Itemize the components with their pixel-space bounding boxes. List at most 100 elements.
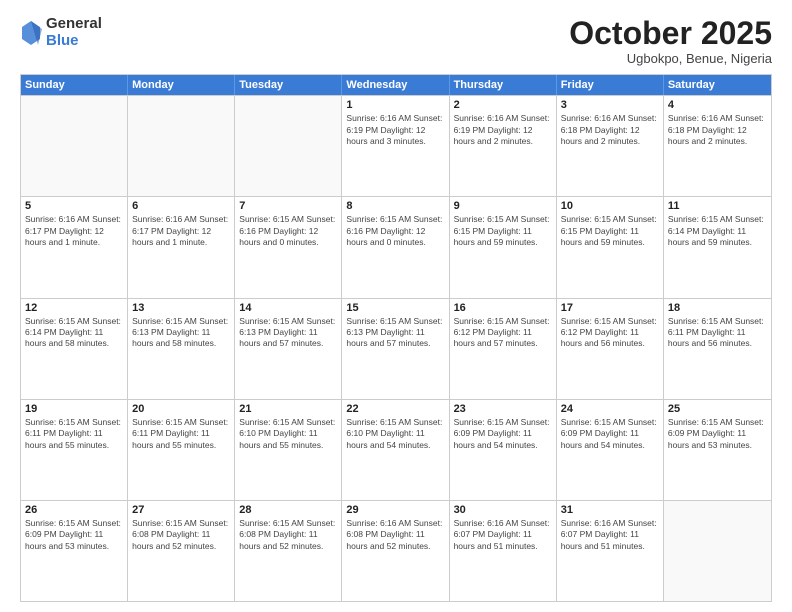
cal-cell-empty-0-0 [21, 96, 128, 196]
calendar-header-row: SundayMondayTuesdayWednesdayThursdayFrid… [21, 75, 771, 95]
day-info: Sunrise: 6:15 AM Sunset: 6:10 PM Dayligh… [346, 417, 444, 451]
day-number: 12 [25, 302, 123, 314]
cal-cell-empty-0-2 [235, 96, 342, 196]
cal-week-1: 1 Sunrise: 6:16 AM Sunset: 6:19 PM Daylig… [21, 95, 771, 196]
day-info: Sunrise: 6:15 AM Sunset: 6:13 PM Dayligh… [132, 316, 230, 350]
day-info: Sunrise: 6:16 AM Sunset: 6:18 PM Dayligh… [561, 113, 659, 147]
cal-header-saturday: Saturday [664, 75, 771, 95]
day-info: Sunrise: 6:15 AM Sunset: 6:15 PM Dayligh… [454, 214, 552, 248]
day-info: Sunrise: 6:15 AM Sunset: 6:10 PM Dayligh… [239, 417, 337, 451]
day-number: 11 [668, 200, 767, 212]
day-number: 3 [561, 99, 659, 111]
day-info: Sunrise: 6:16 AM Sunset: 6:07 PM Dayligh… [561, 518, 659, 552]
day-number: 19 [25, 403, 123, 415]
day-info: Sunrise: 6:16 AM Sunset: 6:19 PM Dayligh… [346, 113, 444, 147]
cal-cell-15: 15Sunrise: 6:15 AM Sunset: 6:13 PM Dayli… [342, 299, 449, 399]
cal-cell-18: 18 Sunrise: 6:15 AM Sunset: 6:11 PM Dayli… [664, 299, 771, 399]
day-number: 25 [668, 403, 767, 415]
cal-cell-17: 17 Sunrise: 6:15 AM Sunset: 6:12 PM Dayli… [557, 299, 664, 399]
cal-cell-26: 26 Sunrise: 6:15 AM Sunset: 6:09 PM Dayli… [21, 501, 128, 601]
location: Ugbokpo, Benue, Nigeria [569, 51, 772, 66]
cal-cell-27: 27 Sunrise: 6:15 AM Sunset: 6:08 PM Dayli… [128, 501, 235, 601]
day-info: Sunrise: 6:15 AM Sunset: 6:11 PM Dayligh… [132, 417, 230, 451]
day-info: Sunrise: 6:16 AM Sunset: 6:18 PM Dayligh… [668, 113, 767, 147]
day-number: 15 [346, 302, 444, 314]
cal-week-4: 19 Sunrise: 6:15 AM Sunset: 6:11 PM Dayli… [21, 399, 771, 500]
cal-cell-19: 19 Sunrise: 6:15 AM Sunset: 6:11 PM Dayli… [21, 400, 128, 500]
day-info: Sunrise: 6:15 AM Sunset: 6:14 PM Dayligh… [25, 316, 123, 350]
cal-week-2: 5 Sunrise: 6:16 AM Sunset: 6:17 PM Daylig… [21, 196, 771, 297]
day-number: 27 [132, 504, 230, 516]
day-number: 6 [132, 200, 230, 212]
logo-blue-text: Blue [46, 33, 102, 50]
day-info: Sunrise: 6:16 AM Sunset: 6:17 PM Dayligh… [25, 214, 123, 248]
day-info: Sunrise: 6:15 AM Sunset: 6:09 PM Dayligh… [561, 417, 659, 451]
day-info: Sunrise: 6:15 AM Sunset: 6:12 PM Dayligh… [561, 316, 659, 350]
day-number: 29 [346, 504, 444, 516]
cal-cell-16: 16 Sunrise: 6:15 AM Sunset: 6:12 PM Dayli… [450, 299, 557, 399]
day-number: 18 [668, 302, 767, 314]
day-number: 5 [25, 200, 123, 212]
cal-cell-23: 23Sunrise: 6:15 AM Sunset: 6:09 PM Dayli… [450, 400, 557, 500]
day-number: 26 [25, 504, 123, 516]
day-info: Sunrise: 6:15 AM Sunset: 6:16 PM Dayligh… [346, 214, 444, 248]
day-info: Sunrise: 6:15 AM Sunset: 6:15 PM Dayligh… [561, 214, 659, 248]
day-info: Sunrise: 6:16 AM Sunset: 6:08 PM Dayligh… [346, 518, 444, 552]
logo-text: General Blue [46, 16, 102, 49]
day-info: Sunrise: 6:15 AM Sunset: 6:08 PM Dayligh… [239, 518, 337, 552]
cal-cell-12: 12 Sunrise: 6:15 AM Sunset: 6:14 PM Dayli… [21, 299, 128, 399]
cal-header-monday: Monday [128, 75, 235, 95]
cal-week-3: 12 Sunrise: 6:15 AM Sunset: 6:14 PM Dayli… [21, 298, 771, 399]
cal-header-sunday: Sunday [21, 75, 128, 95]
cal-cell-14: 14 Sunrise: 6:15 AM Sunset: 6:13 PM Dayli… [235, 299, 342, 399]
day-number: 24 [561, 403, 659, 415]
cal-cell-28: 28Sunrise: 6:15 AM Sunset: 6:08 PM Dayli… [235, 501, 342, 601]
day-number: 9 [454, 200, 552, 212]
cal-cell-24: 24 Sunrise: 6:15 AM Sunset: 6:09 PM Dayli… [557, 400, 664, 500]
logo-area: General Blue [20, 16, 102, 49]
calendar-body: 1 Sunrise: 6:16 AM Sunset: 6:19 PM Daylig… [21, 95, 771, 601]
day-number: 8 [346, 200, 444, 212]
day-number: 2 [454, 99, 552, 111]
cal-header-thursday: Thursday [450, 75, 557, 95]
day-info: Sunrise: 6:15 AM Sunset: 6:12 PM Dayligh… [454, 316, 552, 350]
logo-general-text: General [46, 16, 102, 33]
day-info: Sunrise: 6:15 AM Sunset: 6:11 PM Dayligh… [25, 417, 123, 451]
day-info: Sunrise: 6:16 AM Sunset: 6:19 PM Dayligh… [454, 113, 552, 147]
cal-week-5: 26 Sunrise: 6:15 AM Sunset: 6:09 PM Dayli… [21, 500, 771, 601]
day-number: 16 [454, 302, 552, 314]
day-info: Sunrise: 6:16 AM Sunset: 6:17 PM Dayligh… [132, 214, 230, 248]
day-number: 10 [561, 200, 659, 212]
day-number: 1 [346, 99, 444, 111]
day-number: 17 [561, 302, 659, 314]
day-number: 7 [239, 200, 337, 212]
cal-cell-20: 20 Sunrise: 6:15 AM Sunset: 6:11 PM Dayli… [128, 400, 235, 500]
day-info: Sunrise: 6:15 AM Sunset: 6:08 PM Dayligh… [132, 518, 230, 552]
cal-header-friday: Friday [557, 75, 664, 95]
day-number: 20 [132, 403, 230, 415]
day-number: 4 [668, 99, 767, 111]
cal-cell-22: 22Sunrise: 6:15 AM Sunset: 6:10 PM Dayli… [342, 400, 449, 500]
day-info: Sunrise: 6:15 AM Sunset: 6:11 PM Dayligh… [668, 316, 767, 350]
day-number: 13 [132, 302, 230, 314]
day-number: 31 [561, 504, 659, 516]
day-number: 14 [239, 302, 337, 314]
cal-header-wednesday: Wednesday [342, 75, 449, 95]
title-area: October 2025 Ugbokpo, Benue, Nigeria [569, 16, 772, 66]
cal-cell-29: 29 Sunrise: 6:16 AM Sunset: 6:08 PM Dayli… [342, 501, 449, 601]
cal-cell-13: 13 Sunrise: 6:15 AM Sunset: 6:13 PM Dayli… [128, 299, 235, 399]
cal-cell-3: 3 Sunrise: 6:16 AM Sunset: 6:18 PM Daylig… [557, 96, 664, 196]
cal-cell-9: 9 Sunrise: 6:15 AM Sunset: 6:15 PM Daylig… [450, 197, 557, 297]
cal-cell-5: 5 Sunrise: 6:16 AM Sunset: 6:17 PM Daylig… [21, 197, 128, 297]
cal-cell-8: 8 Sunrise: 6:15 AM Sunset: 6:16 PM Daylig… [342, 197, 449, 297]
month-title: October 2025 [569, 16, 772, 51]
cal-cell-6: 6 Sunrise: 6:16 AM Sunset: 6:17 PM Daylig… [128, 197, 235, 297]
cal-cell-30: 30Sunrise: 6:16 AM Sunset: 6:07 PM Dayli… [450, 501, 557, 601]
day-info: Sunrise: 6:15 AM Sunset: 6:16 PM Dayligh… [239, 214, 337, 248]
page: General Blue October 2025 Ugbokpo, Benue… [0, 0, 792, 612]
day-info: Sunrise: 6:15 AM Sunset: 6:13 PM Dayligh… [239, 316, 337, 350]
cal-cell-empty-4-6 [664, 501, 771, 601]
day-info: Sunrise: 6:15 AM Sunset: 6:09 PM Dayligh… [25, 518, 123, 552]
header: General Blue October 2025 Ugbokpo, Benue… [20, 16, 772, 66]
cal-cell-7: 7 Sunrise: 6:15 AM Sunset: 6:16 PM Daylig… [235, 197, 342, 297]
